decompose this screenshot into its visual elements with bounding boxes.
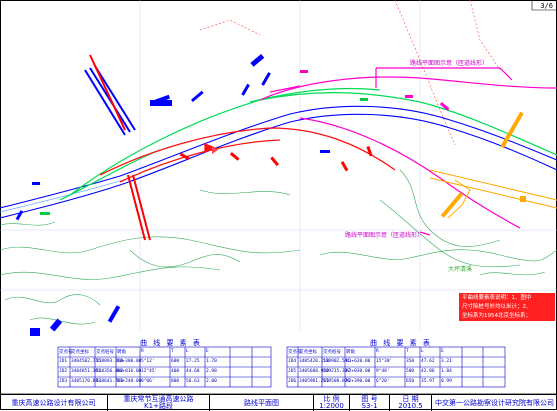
notes-box: 平曲线要素表说明：1、图中 尺寸除桩号外均以米计；2、 坐标系为1954北京坐标… xyxy=(459,293,555,321)
table-header-cell: 交点桩号 xyxy=(323,350,341,355)
sheet-cell: 图 号 S3-1 xyxy=(350,395,390,411)
table-header-cell: T xyxy=(406,349,409,354)
table-cell: JD3 xyxy=(59,379,68,384)
table-header-cell: 转角 xyxy=(346,350,355,355)
table-header-cell: 交点桩号 xyxy=(96,350,114,355)
note-line: 坐标系为1954北京坐标系； xyxy=(462,313,531,319)
table-cell: 12°45' xyxy=(141,369,158,374)
page-number: 3/6 xyxy=(540,2,553,10)
project-sub: K1+路段 xyxy=(144,402,173,410)
note-line: 尺寸除桩号外均以米计；2、 xyxy=(462,304,532,310)
table-cell: 1.84 xyxy=(441,369,452,374)
note-line: 平曲线要素表说明：1、图中 xyxy=(462,295,532,301)
left-table-title: 曲 线 要 素 表 xyxy=(140,339,202,347)
boundary-line xyxy=(199,0,501,146)
date-value: 2010.5 xyxy=(398,402,423,410)
table-cell: K0+380.00 xyxy=(117,359,142,364)
table-cell: 650 xyxy=(406,379,415,384)
table-cell: JD6 xyxy=(288,379,297,384)
designer-name: 重庆高速公路设计有限公司 xyxy=(0,395,108,411)
table-header-cell: R xyxy=(141,349,144,354)
table-cell: 0.99 xyxy=(441,379,452,384)
table-cell: K1+620.00 xyxy=(346,359,371,364)
right-table-title: 曲 线 要 素 表 xyxy=(370,339,432,347)
blue-station-ticks xyxy=(15,72,330,336)
sheet-value: S3-1 xyxy=(361,402,378,410)
table-cell: 27.25 xyxy=(186,359,200,364)
table-cell: 9°48' xyxy=(376,369,390,374)
table-cell: 600 xyxy=(171,359,180,364)
table-cell: 35.97 xyxy=(421,379,435,384)
table-cell: 1.70 xyxy=(206,359,217,364)
table-cell: JD2 xyxy=(59,369,68,374)
table-cell: 2.98 xyxy=(206,369,217,374)
table-cell: 15°30' xyxy=(376,359,393,364)
table-header-cell: T xyxy=(171,349,174,354)
table-cell: 400 xyxy=(171,369,180,374)
project-cell: 重庆常节互通高速公路 K1+路段 xyxy=(108,395,210,411)
institute-name: 中交第一公路勘察设计研究院有限公司 xyxy=(435,399,554,407)
table-header-cell: 交点坐标 xyxy=(71,350,89,355)
scale-cell: 比 例 1:2000 xyxy=(314,395,350,411)
upper-ramp-label: 路线平面图示意（匝道线形） xyxy=(410,60,489,67)
station-label-block xyxy=(150,100,172,106)
scale-value: 1:2000 xyxy=(319,402,344,410)
drawing-name: 路线平面图 xyxy=(210,395,314,411)
table-cell: 5°12' xyxy=(141,359,155,364)
station-label-band-upper xyxy=(84,65,136,136)
table-cell: 44.68 xyxy=(186,369,200,374)
table-cell: K2+390.00 xyxy=(346,379,371,384)
table-cell: 6°20' xyxy=(376,379,390,384)
table-cell: JD4 xyxy=(288,359,297,364)
magenta-ramp xyxy=(259,67,557,236)
coordinate-grid xyxy=(0,0,557,330)
table-cell: K2+030.00 xyxy=(346,369,371,374)
table-cell: 47.62 xyxy=(421,359,435,364)
table-header-cell: 交点坐标 xyxy=(299,350,317,355)
table-cell: 42.86 xyxy=(421,369,435,374)
lower-ramp-label: 路线平面图示意（匝道线形） xyxy=(345,232,424,239)
place-name-label: 大坪清溪 xyxy=(448,266,473,273)
table-header-cell: E xyxy=(206,349,209,354)
date-cell: 日 期 2010.5 xyxy=(390,395,432,411)
table-cell: 3.21 xyxy=(441,359,452,364)
table-header-cell: R xyxy=(376,349,379,354)
table-cell: JD1 xyxy=(59,359,68,364)
table-cell: 56.63 xyxy=(186,379,200,384)
table-cell: 8°06' xyxy=(141,379,155,384)
table-cell: 350 xyxy=(406,359,415,364)
table-header-cell: 转角 xyxy=(117,350,126,355)
yellow-cross-section-ticks xyxy=(440,111,526,218)
green-station-ticks xyxy=(40,98,368,215)
table-cell: 800 xyxy=(171,379,180,384)
table-cell: JD5 xyxy=(288,369,297,374)
table-cell: 500 xyxy=(406,369,415,374)
table-cell: 2.00 xyxy=(206,379,217,384)
table-header-cell: L xyxy=(421,349,424,354)
table-header-cell: E xyxy=(441,349,444,354)
title-block: 重庆高速公路设计有限公司 重庆常节互通高速公路 K1+路段 路线平面图 比 例 … xyxy=(0,394,557,411)
table-cell: K1+248.00 xyxy=(117,379,142,384)
table-cell: K0+816.00 xyxy=(117,369,142,374)
table-header-cell: L xyxy=(186,349,189,354)
